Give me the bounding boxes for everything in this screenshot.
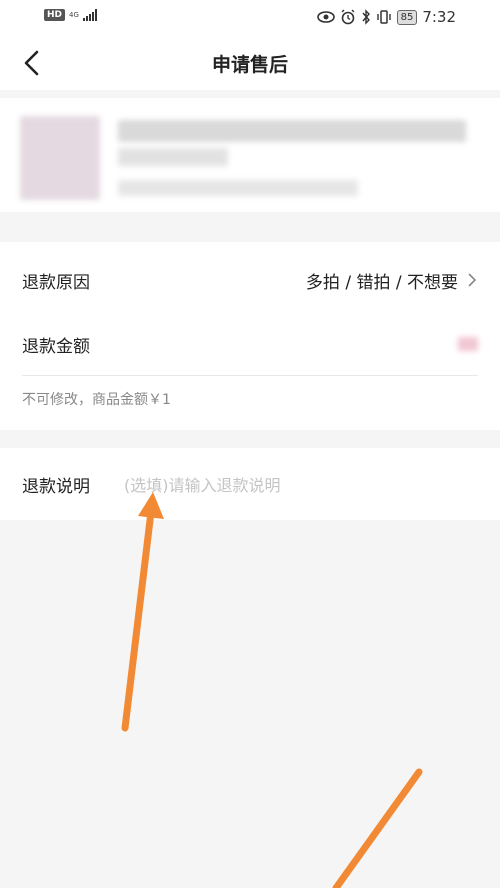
product-card[interactable] [0, 98, 500, 212]
page-title: 申请售后 [211, 54, 288, 76]
refund-explain-row[interactable]: 退款说明 (选填)请输入退款说明 [0, 454, 500, 514]
alarm-icon [341, 9, 355, 25]
battery-icon: 85 [396, 9, 418, 25]
signal-icon [82, 9, 97, 21]
chevron-right-icon [468, 273, 477, 287]
refund-reason-label: 退款原因 [22, 272, 90, 293]
product-title-blur [118, 120, 466, 142]
refund-explain-card: 退款说明 (选填)请输入退款说明 [0, 448, 500, 520]
refund-explain-label: 退款说明 [22, 476, 90, 497]
product-thumbnail [20, 116, 100, 200]
refund-amount-row: 退款金额 [0, 314, 500, 374]
nav-bar: 申请售后 [0, 36, 500, 90]
refund-reason-value: 多拍 / 错拍 / 不想要 [305, 272, 458, 293]
status-left: HD 4G [44, 9, 97, 21]
refund-amount-hint: 不可修改，商品金额￥1 [22, 392, 171, 408]
annotation-arrow-lower [332, 768, 423, 888]
refund-explain-input[interactable]: (选填)请输入退款说明 [124, 472, 281, 496]
hd-badge: HD [44, 9, 66, 21]
status-bar: HD 4G 85 7:32 [0, 0, 500, 36]
product-title-blur-2 [118, 148, 228, 166]
eye-icon [316, 11, 335, 23]
vibrate-icon [376, 10, 391, 24]
refund-info-card: 退款原因 多拍 / 错拍 / 不想要 退款金额 不可修改，商品金额￥1 [0, 242, 500, 430]
product-spec-blur [118, 180, 358, 196]
refund-amount-label: 退款金额 [22, 336, 90, 357]
refund-reason-row[interactable]: 退款原因 多拍 / 错拍 / 不想要 [0, 250, 500, 310]
bluetooth-icon [362, 9, 370, 25]
network-type: 4G [69, 10, 79, 19]
divider [22, 375, 478, 376]
clock: 7:32 [422, 8, 456, 26]
annotation-arrow-up [121, 492, 164, 732]
refund-amount-value-blur [458, 337, 478, 351]
status-right: 85 7:32 [316, 8, 456, 26]
